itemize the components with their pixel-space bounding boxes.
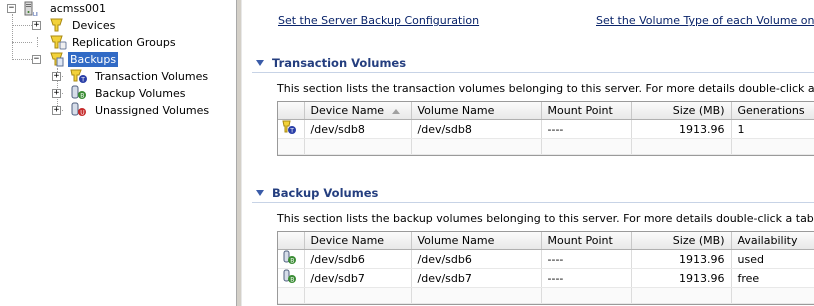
device-name-cell: /dev/sdb7 — [304, 268, 412, 288]
transaction-section-header[interactable]: Transaction Volumes — [256, 55, 406, 71]
svg-text:T: T — [80, 77, 85, 84]
section-description: This section lists the backup volumes be… — [277, 212, 814, 225]
table-row — [278, 287, 814, 304]
content-panel: Set the Server Backup Configuration Set … — [242, 0, 814, 306]
tree-expand-toggle[interactable]: + — [52, 89, 61, 98]
tree-item-replication-groups[interactable]: Replication Groups — [70, 35, 178, 50]
tree-item-backups[interactable]: Backups — [68, 52, 119, 67]
transaction-volumes-table[interactable]: Device Name Volume Name Mount Point Size… — [277, 101, 814, 156]
icon-column-header[interactable] — [278, 102, 305, 120]
column-header[interactable]: Availability — [731, 232, 814, 250]
collapse-triangle-icon[interactable] — [256, 60, 264, 66]
navigation-tree: − LIN acmss001 + Devices Replication Gro… — [0, 0, 236, 306]
table-row — [278, 138, 814, 155]
collapse-triangle-icon[interactable] — [256, 190, 264, 196]
size-cell: 1913.96 — [631, 119, 732, 139]
svg-text:T: T — [289, 128, 294, 135]
device-name-cell: /dev/sdb6 — [304, 249, 412, 269]
table-row[interactable]: B /dev/sdb6 /dev/sdb6 ---- 1913.96 used — [278, 249, 814, 269]
tree-expand-toggle[interactable]: + — [52, 106, 61, 115]
table-header-row: Device Name Volume Name Mount Point Size… — [278, 102, 814, 120]
server-icon: LIN — [24, 1, 38, 17]
section-title: Transaction Volumes — [272, 56, 407, 70]
column-header[interactable]: Size (MB) — [631, 232, 732, 250]
tree-line — [12, 14, 13, 60]
replication-groups-icon — [50, 35, 67, 50]
devices-icon — [50, 18, 63, 32]
row-icon-cell: B — [278, 268, 305, 288]
tree-collapse-toggle[interactable]: − — [32, 55, 41, 64]
mount-point-cell: ---- — [541, 119, 632, 139]
row-icon-cell: T — [278, 119, 305, 139]
table-header-row: Device Name Volume Name Mount Point Size… — [278, 232, 814, 250]
table-row[interactable]: B /dev/sdb7 /dev/sdb7 ---- 1913.96 free — [278, 268, 814, 288]
tree-line — [37, 37, 38, 47]
tree-item-backup-volumes[interactable]: Backup Volumes — [93, 86, 187, 101]
backup-volume-icon: B — [283, 250, 296, 265]
column-header[interactable]: Mount Point — [541, 232, 632, 250]
tree-collapse-toggle[interactable]: − — [7, 4, 16, 13]
set-backup-config-link[interactable]: Set the Server Backup Configuration — [278, 14, 479, 27]
sort-ascending-icon — [392, 108, 401, 114]
svg-text:LIN: LIN — [33, 12, 38, 17]
tree-line — [12, 25, 32, 26]
section-title: Backup Volumes — [272, 186, 379, 200]
availability-cell: used — [731, 249, 814, 269]
size-cell: 1913.96 — [631, 249, 732, 269]
tree-expand-toggle[interactable]: + — [52, 72, 61, 81]
column-header[interactable]: Device Name — [304, 102, 412, 120]
backup-section-header[interactable]: Backup Volumes — [256, 185, 378, 201]
svg-text:B: B — [290, 277, 294, 284]
column-header[interactable]: Volume Name — [411, 232, 542, 250]
table-row[interactable]: T /dev/sdb8 /dev/sdb8 ---- 1913.96 1 — [278, 119, 814, 139]
backup-volumes-table[interactable]: Device Name Volume Name Mount Point Size… — [277, 231, 814, 305]
section-divider — [252, 202, 814, 203]
tree-item-devices[interactable]: Devices — [70, 18, 117, 33]
volume-name-cell: /dev/sdb8 — [411, 119, 542, 139]
mount-point-cell: ---- — [541, 249, 632, 269]
mount-point-cell: ---- — [541, 268, 632, 288]
transaction-volume-icon: T — [282, 120, 296, 135]
availability-cell: free — [731, 268, 814, 288]
svg-text:B: B — [290, 258, 294, 265]
size-cell: 1913.96 — [631, 268, 732, 288]
tree-item-root[interactable]: acmss001 — [48, 1, 108, 16]
unassigned-volumes-icon: U — [71, 102, 86, 117]
tree-item-transaction-volumes[interactable]: Transaction Volumes — [93, 69, 210, 84]
device-name-cell: /dev/sdb8 — [304, 119, 412, 139]
row-icon-cell: B — [278, 249, 305, 269]
section-description: This section lists the transaction volum… — [277, 82, 814, 95]
set-volume-type-link[interactable]: Set the Volume Type of each Volume on th… — [596, 14, 814, 27]
backup-volume-icon: B — [283, 269, 296, 284]
volume-name-cell: /dev/sdb6 — [411, 249, 542, 269]
column-header[interactable]: Device Name — [304, 232, 412, 250]
column-header[interactable]: Mount Point — [541, 102, 632, 120]
column-header[interactable]: Size (MB) — [631, 102, 732, 120]
transaction-volumes-icon: T — [70, 69, 87, 84]
icon-column-header[interactable] — [278, 232, 305, 250]
tree-line — [12, 59, 32, 60]
column-header[interactable]: Generations — [731, 102, 814, 120]
column-header[interactable]: Volume Name — [411, 102, 542, 120]
backup-volumes-icon: B — [71, 85, 86, 100]
section-divider — [252, 72, 814, 73]
backups-icon — [50, 52, 64, 67]
tree-item-unassigned-volumes[interactable]: Unassigned Volumes — [93, 103, 211, 118]
svg-text:B: B — [80, 93, 84, 100]
volume-name-cell: /dev/sdb7 — [411, 268, 542, 288]
tree-line — [12, 42, 32, 43]
svg-text:U: U — [80, 110, 84, 117]
tree-expand-toggle[interactable]: + — [32, 21, 41, 30]
generations-cell: 1 — [731, 119, 814, 139]
